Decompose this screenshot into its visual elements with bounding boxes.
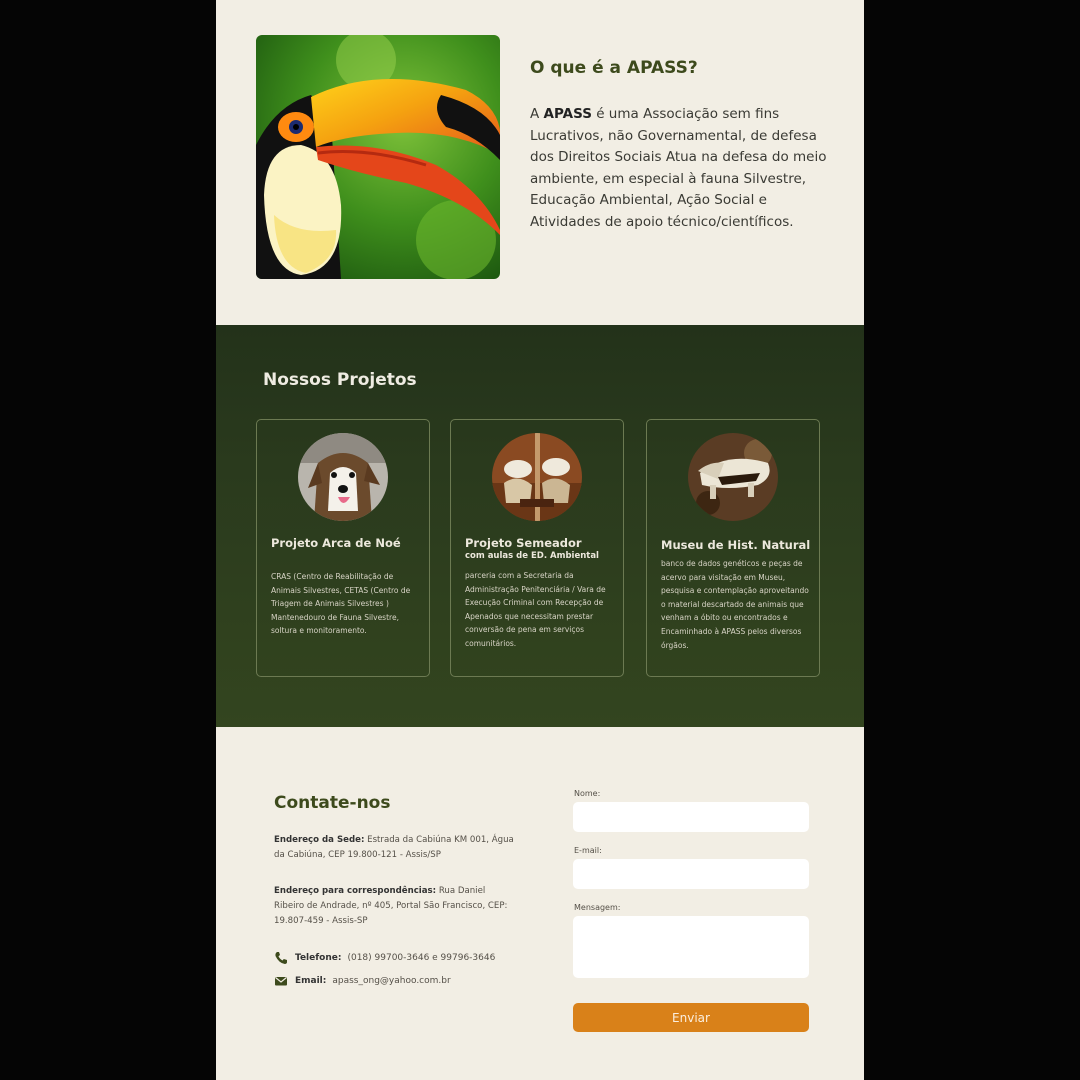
phone-value: (018) 99700-3646 e 99796-3646 [347, 953, 496, 963]
email-field-label: E-mail: [574, 846, 602, 855]
message-field[interactable] [573, 916, 809, 978]
email-field[interactable] [573, 859, 809, 889]
anteater-photo [688, 433, 778, 521]
dog-photo [298, 433, 388, 521]
right-background [864, 0, 1080, 1080]
address-correspondence: Endereço para correspondências: Rua Dani… [274, 884, 514, 930]
email-line: Email: apass_ong@yahoo.com.br [274, 974, 451, 988]
project-card-semeador: Projeto Semeador com aulas de ED. Ambien… [450, 419, 624, 677]
send-button[interactable]: Enviar [573, 1003, 809, 1032]
phone-label: Telefone: [295, 953, 342, 963]
projects-section: Nossos Projetos Projeto Arca de Noé CRAS [216, 325, 864, 727]
planting-photo [492, 433, 582, 521]
email-label: Email: [295, 976, 327, 986]
project-description: CRAS (Centro de Reabilitação de Animais … [271, 572, 411, 636]
left-background [0, 0, 216, 1080]
about-title: O que é a APASS? [530, 58, 698, 78]
project-subtitle: com aulas de ED. Ambiental [465, 551, 599, 561]
about-section: O que é a APASS? A APASS é uma Associaçã… [216, 0, 864, 325]
project-card-arca: Projeto Arca de Noé CRAS (Centro de Reab… [256, 419, 430, 677]
project-title: Projeto Semeador [465, 536, 582, 550]
phone-line: Telefone: (018) 99700-3646 e 99796-3646 [274, 951, 495, 965]
project-title: Museu de Hist. Natural [661, 538, 811, 552]
about-text-rest: é uma Associação sem fins Lucrativos, nã… [530, 106, 827, 230]
project-description: parceria com a Secretaria da Administraç… [465, 571, 606, 648]
contact-section: Contate-nos Endereço da Sede: Estrada da… [216, 727, 864, 1080]
phone-icon [274, 951, 288, 965]
envelope-icon [274, 974, 288, 988]
about-text-prefix: A [530, 106, 544, 122]
name-field-label: Nome: [574, 789, 601, 798]
address-headquarters-label: Endereço da Sede: [274, 835, 365, 845]
address-headquarters: Endereço da Sede: Estrada da Cabiúna KM … [274, 833, 514, 863]
message-field-label: Mensagem: [574, 903, 621, 912]
name-field[interactable] [573, 802, 809, 832]
projects-title: Nossos Projetos [263, 370, 417, 390]
about-text-bold: APASS [543, 106, 592, 122]
project-title: Projeto Arca de Noé [271, 536, 401, 550]
contact-title: Contate-nos [274, 793, 391, 813]
toucan-photo [256, 35, 500, 279]
email-value: apass_ong@yahoo.com.br [332, 976, 451, 986]
project-description: banco de dados genéticos e peças de acer… [661, 559, 809, 650]
about-description: A APASS é uma Associação sem fins Lucrat… [530, 104, 830, 234]
project-card-museu: Museu de Hist. Natural banco de dados ge… [646, 419, 820, 677]
page: O que é a APASS? A APASS é uma Associaçã… [216, 0, 864, 1080]
address-correspondence-label: Endereço para correspondências: [274, 886, 437, 896]
